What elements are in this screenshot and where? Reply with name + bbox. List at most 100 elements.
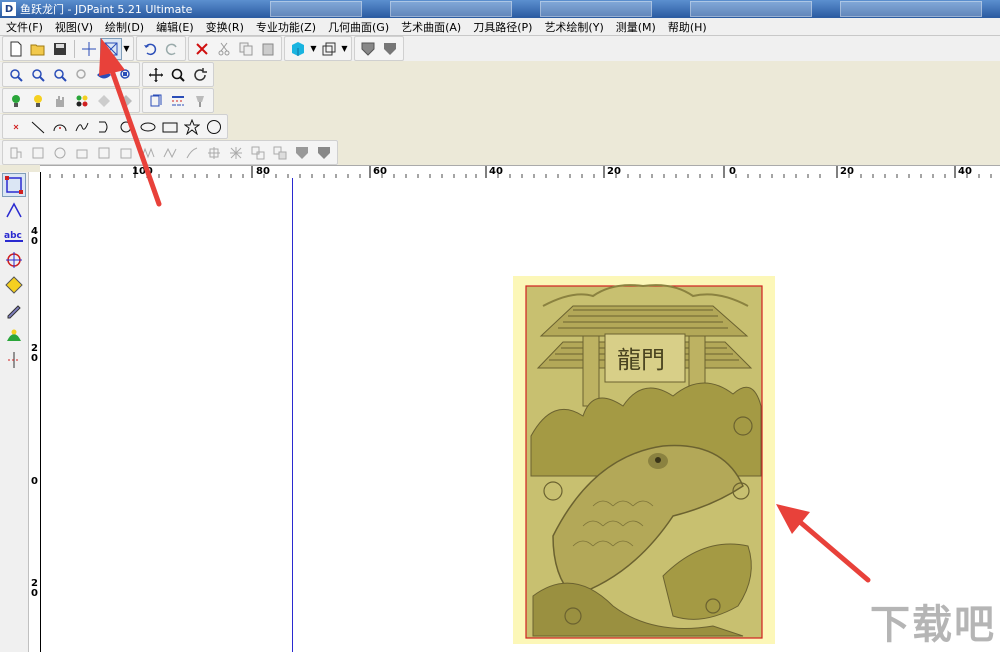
- delete-button[interactable]: [191, 38, 213, 60]
- save-button[interactable]: [49, 38, 71, 60]
- lamp-button[interactable]: [189, 90, 211, 112]
- toolbar-group-art: [2, 140, 338, 165]
- art-tool-11-button[interactable]: [225, 142, 247, 164]
- cut-button[interactable]: [213, 38, 235, 60]
- art-shape-icon: [273, 146, 287, 159]
- svg-text:abc: abc: [4, 231, 22, 241]
- menu-tool-path[interactable]: 刀具路径(P): [467, 19, 538, 35]
- menu-measure[interactable]: 测量(M): [610, 19, 662, 35]
- draw-line-button[interactable]: [27, 116, 49, 138]
- copy-button[interactable]: [235, 38, 257, 60]
- art-tool-12-button[interactable]: [247, 142, 269, 164]
- toolbar-group-edit: [188, 36, 282, 61]
- art-tool-1-button[interactable]: [5, 142, 27, 164]
- zoom-out-icon: [54, 68, 67, 82]
- title-bar: D 鱼跃龙门 - JDPaint 5.21 Ultimate: [0, 0, 1000, 18]
- blurred-tab: [540, 1, 652, 17]
- measure-tool-button[interactable]: [2, 348, 26, 372]
- arc-icon: [53, 124, 67, 131]
- text-tool-button[interactable]: abc: [2, 223, 26, 247]
- art-tool-2-button[interactable]: [27, 142, 49, 164]
- menu-edit[interactable]: 编辑(E): [150, 19, 200, 35]
- shield-outline-button[interactable]: [357, 38, 379, 60]
- art-tool-15-button[interactable]: [313, 142, 335, 164]
- annotation-arrow-artwork: [776, 504, 871, 583]
- transform-tool-button[interactable]: [2, 248, 26, 272]
- view-cube-dropdown[interactable]: ▼: [340, 38, 349, 60]
- shield-icon: [318, 146, 330, 159]
- lamp-icon: [196, 95, 204, 107]
- menu-file[interactable]: 文件(F): [0, 19, 49, 35]
- art-tool-3-button[interactable]: [49, 142, 71, 164]
- new-file-button[interactable]: [5, 38, 27, 60]
- zoom-in-button[interactable]: [27, 64, 49, 86]
- watermark-logo: 下载吧: [866, 590, 1000, 652]
- draw-point-button[interactable]: [5, 116, 27, 138]
- draw-arc-button[interactable]: [49, 116, 71, 138]
- new-file-icon: [10, 41, 22, 56]
- paste-button[interactable]: [257, 38, 279, 60]
- menu-bar: 文件(F) 视图(V) 绘制(D) 编辑(E) 变换(R) 专业功能(Z) 几何…: [0, 18, 1000, 36]
- zoom-out-button[interactable]: [49, 64, 71, 86]
- art-tool-13-button[interactable]: [269, 142, 291, 164]
- open-file-button[interactable]: [27, 38, 49, 60]
- shield-solid-button[interactable]: [379, 38, 401, 60]
- line-style-button[interactable]: [167, 90, 189, 112]
- color-dots-button[interactable]: [71, 90, 93, 112]
- star-icon: [184, 118, 200, 135]
- watermark-text: 下载吧: [870, 602, 996, 648]
- menu-help[interactable]: 帮助(H): [662, 19, 713, 35]
- circle-transform-icon: [6, 252, 22, 268]
- art-shape-icon: [251, 146, 265, 159]
- art-shape-icon: [186, 147, 198, 158]
- draw-star-button[interactable]: [181, 116, 203, 138]
- color-dots-icon: [76, 95, 88, 106]
- zoom-window-button[interactable]: [5, 64, 27, 86]
- toolbar-group-render: ▼ ▼: [284, 36, 352, 61]
- art-shape-icon: [10, 147, 22, 158]
- render-mode-dropdown[interactable]: ▼: [309, 38, 318, 60]
- text-abc-icon: abc: [4, 231, 23, 242]
- ruler-label: 2 0: [31, 578, 38, 599]
- light-hand-button[interactable]: [49, 90, 71, 112]
- window-title: 鱼跃龙门 - JDPaint 5.21 Ultimate: [20, 3, 193, 16]
- ruler-label: 0: [31, 476, 38, 487]
- zoom-realtime-button[interactable]: [167, 64, 189, 86]
- draw-polygon-button[interactable]: [203, 116, 225, 138]
- mirror-tool-button[interactable]: [2, 273, 26, 297]
- menu-art-draw[interactable]: 艺术绘制(Y): [538, 19, 609, 35]
- art-tool-14-button[interactable]: [291, 142, 313, 164]
- sculpt-tool-button[interactable]: [2, 323, 26, 347]
- select-tool-button[interactable]: [2, 173, 26, 197]
- menu-transform[interactable]: 变换(R): [200, 19, 250, 35]
- mound-icon: [7, 329, 21, 341]
- blurred-tab: [840, 1, 982, 17]
- vertical-ruler: 4 0 2 0 0 2 0: [29, 172, 41, 652]
- draw-curve-button[interactable]: [71, 116, 93, 138]
- point-x-icon: [13, 124, 19, 129]
- menu-art-surface[interactable]: 艺术曲面(A): [395, 19, 467, 35]
- blurred-tab: [270, 1, 362, 17]
- ruler-measure-icon: [8, 352, 20, 368]
- menu-draw[interactable]: 绘制(D): [99, 19, 150, 35]
- art-tool-9-button[interactable]: [181, 142, 203, 164]
- zoom-prev-icon: [76, 68, 86, 79]
- line-style-icon: [172, 95, 184, 105]
- render-mode-button[interactable]: [287, 38, 309, 60]
- zoom-prev-button[interactable]: [71, 64, 93, 86]
- line-icon: [31, 121, 45, 133]
- art-tool-4-button[interactable]: [71, 142, 93, 164]
- annotation-arrow-menu: [99, 38, 162, 207]
- node-edit-button[interactable]: [2, 198, 26, 222]
- view-cube-button[interactable]: [318, 38, 340, 60]
- hand-icon: [56, 95, 64, 107]
- light-green-button[interactable]: [5, 90, 27, 112]
- light-yellow-button[interactable]: [27, 90, 49, 112]
- menu-professional[interactable]: 专业功能(Z): [250, 19, 322, 35]
- art-tool-10-button[interactable]: [203, 142, 225, 164]
- shield-icon: [296, 146, 308, 159]
- pen-tool-button[interactable]: [2, 298, 26, 322]
- rotate-view-button[interactable]: [189, 64, 211, 86]
- menu-geometric-surface[interactable]: 几何曲面(G): [322, 19, 395, 35]
- menu-view[interactable]: 视图(V): [49, 19, 99, 35]
